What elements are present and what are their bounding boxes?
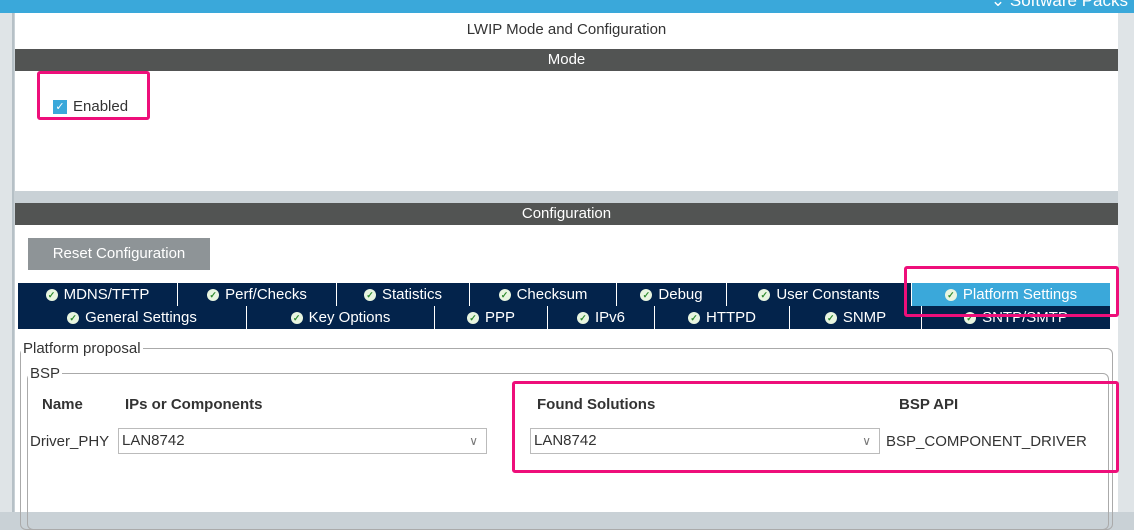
bsp-legend: BSP <box>30 365 61 382</box>
checkbox-checked-icon: ✓ <box>53 99 67 114</box>
tab-label: Debug <box>658 286 703 303</box>
check-circle-icon: ✓ <box>363 288 376 301</box>
check-circle-icon: ✓ <box>67 311 80 324</box>
check-circle-icon: ✓ <box>498 288 511 301</box>
platform-proposal-legend: Platform proposal <box>23 340 141 357</box>
check-circle-icon: ✓ <box>466 311 479 324</box>
tab-ppp[interactable]: ✓ PPP <box>435 306 548 329</box>
tab-httpd[interactable]: ✓ HTTPD <box>655 306 790 329</box>
check-circle-icon: ✓ <box>576 311 589 324</box>
check-circle-icon: ✓ <box>640 288 653 301</box>
tab-statistics[interactable]: ✓ Statistics <box>337 283 470 306</box>
lwip-config-panel: LWIP Mode and Configuration Mode ✓ Enabl… <box>15 13 1119 530</box>
mode-header: Mode <box>15 49 1118 71</box>
check-circle-icon: ✓ <box>824 311 837 324</box>
tab-label: HTTPD <box>706 309 756 326</box>
right-scrollbar[interactable] <box>1118 13 1134 512</box>
ip-select-value: LAN8742 <box>122 432 185 449</box>
panel-title: LWIP Mode and Configuration <box>466 21 667 38</box>
tab-label: General Settings <box>85 309 197 326</box>
reset-configuration-button[interactable]: Reset Configuration <box>28 238 210 270</box>
name-header: Name <box>42 396 83 413</box>
highlight-box <box>512 381 1119 473</box>
tab-perf-checks[interactable]: ✓ Perf/Checks <box>178 283 337 306</box>
highlight-box <box>904 266 1119 317</box>
tab-label: User Constants <box>776 286 880 303</box>
tab-general-settings[interactable]: ✓ General Settings <box>18 306 247 329</box>
tab-label: IPv6 <box>594 309 625 326</box>
enabled-checkbox[interactable]: ✓ Enabled <box>53 98 128 115</box>
software-packs-menu[interactable]: ⌄ Software Packs <box>991 0 1128 11</box>
check-circle-icon: ✓ <box>45 288 58 301</box>
tab-ipv6[interactable]: ✓ IPv6 <box>548 306 655 329</box>
enabled-label: Enabled <box>73 98 129 115</box>
tab-label: MDNS/TFTP <box>63 286 150 303</box>
ips-header: IPs or Components <box>125 396 263 413</box>
chevron-down-icon: ∨ <box>469 434 478 448</box>
tab-label: Statistics <box>381 286 442 303</box>
tab-label: Checksum <box>516 286 588 303</box>
driver-name: Driver_PHY <box>30 433 110 450</box>
tab-label: SNMP <box>842 309 887 326</box>
tab-mdns-tftp[interactable]: ✓ MDNS/TFTP <box>18 283 178 306</box>
top-bar: ⌄ Software Packs <box>0 0 1134 13</box>
ip-component-select[interactable]: LAN8742 ∨ <box>118 428 487 454</box>
divider <box>15 191 1118 203</box>
left-panel-edge <box>0 13 14 512</box>
tab-checksum[interactable]: ✓ Checksum <box>470 283 617 306</box>
tab-debug[interactable]: ✓ Debug <box>617 283 727 306</box>
check-circle-icon: ✓ <box>758 288 771 301</box>
tab-key-options[interactable]: ✓ Key Options <box>247 306 435 329</box>
check-circle-icon: ✓ <box>688 311 700 324</box>
tab-label: Perf/Checks <box>225 286 307 303</box>
tab-label: PPP <box>484 309 515 326</box>
check-circle-icon: ✓ <box>290 311 303 324</box>
tab-user-constants[interactable]: ✓ User Constants <box>727 283 912 306</box>
check-circle-icon: ✓ <box>207 288 220 301</box>
tab-snmp[interactable]: ✓ SNMP <box>790 306 922 329</box>
tab-label: Key Options <box>308 309 391 326</box>
configuration-header: Configuration <box>15 203 1118 225</box>
